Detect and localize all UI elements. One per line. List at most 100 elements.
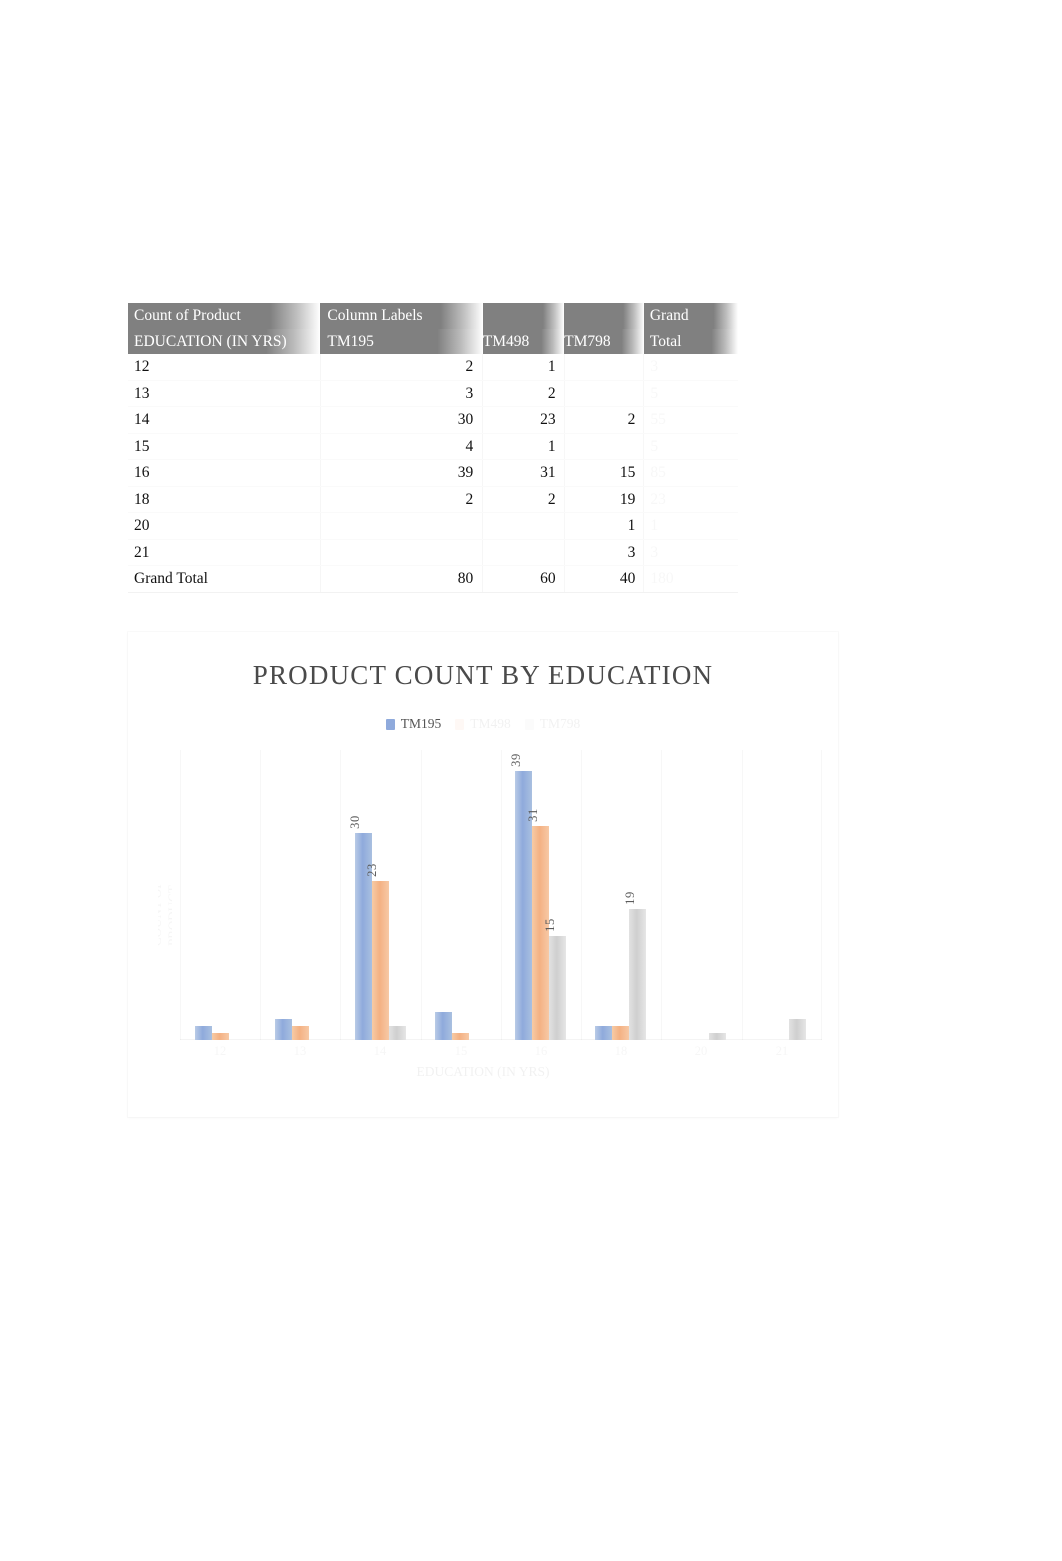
bar-rect — [789, 1019, 807, 1040]
cell-tm195: 3 — [320, 380, 484, 407]
bar-rect — [451, 1033, 469, 1040]
cell-tm498 — [482, 512, 565, 540]
cell-tm798 — [564, 354, 645, 381]
y-axis-title: COUNT OF PRODUCT — [158, 881, 172, 946]
gridline — [821, 750, 822, 1040]
legend-swatch-tm798 — [524, 718, 534, 730]
cell-tm498: 2 — [482, 380, 565, 407]
cell-tm798: 3 — [564, 539, 645, 566]
cell-education: 14 — [128, 406, 321, 434]
cell-tm498 — [482, 539, 565, 566]
legend-label-tm195: TM195 — [400, 716, 442, 731]
bar-value-label: 19 — [622, 890, 637, 905]
bar-tm798-16[interactable]: 15 — [543, 919, 567, 1040]
bar-tm798-20[interactable]: 1 — [709, 1033, 727, 1040]
bar-rect — [194, 1026, 212, 1040]
legend-label-tm498: TM498 — [470, 716, 511, 731]
cell-tm798: 19 — [564, 486, 645, 513]
table-row: 20 1 1 — [128, 512, 738, 540]
bar-rect — [211, 1033, 229, 1040]
cell-tm798 — [564, 380, 645, 407]
cell-total-tm798: 40 — [564, 565, 645, 593]
table-row: 21 3 3 — [128, 539, 738, 566]
cell-education: 13 — [128, 380, 321, 407]
table-row: 15 4 1 5 — [128, 433, 738, 460]
bar-rect — [371, 881, 389, 1040]
bar-tm195-15[interactable]: 4 — [434, 1012, 452, 1040]
bar-group-15: 410 — [420, 750, 500, 1040]
cell-tm498: 1 — [482, 433, 565, 460]
bar-tm498-18[interactable]: 2 — [612, 1026, 630, 1040]
x-tick-21: 21 — [775, 1044, 789, 1058]
pivot-corner-label: Count of Product — [128, 303, 321, 329]
bar-rect — [291, 1026, 309, 1040]
pivot-header-spacer-1 — [482, 303, 565, 329]
cell-grand-total: 3 — [643, 354, 738, 381]
table-row: 12 2 1 3 — [128, 354, 738, 381]
cell-total-grand-total: 180 — [643, 565, 738, 593]
bar-tm498-14[interactable]: 23 — [365, 863, 389, 1040]
bar-group-12: 210 — [180, 750, 260, 1040]
pivot-col-header-tm195: TM195 — [320, 328, 483, 354]
x-tick-18: 18 — [614, 1044, 628, 1058]
cell-grand-total: 5 — [643, 433, 738, 460]
cell-grand-total: 23 — [643, 486, 738, 513]
legend-entry-tm498[interactable]: TM498 — [455, 716, 511, 732]
legend-entry-tm195[interactable]: TM195 — [385, 716, 442, 732]
cell-tm195 — [320, 512, 484, 540]
pivot-grand-total-header-bottom: Total — [643, 328, 738, 354]
pivot-grand-total-header-top: Grand — [643, 303, 738, 329]
cell-tm798: 15 — [564, 459, 645, 487]
bar-tm498-16[interactable]: 31 — [526, 808, 550, 1040]
chart-card[interactable]: PRODUCT COUNT BY EDUCATION TM195 TM498 T… — [128, 632, 838, 1117]
bar-group-16: 39 31 15 — [501, 750, 581, 1040]
bar-rect — [549, 936, 567, 1040]
chart-title: PRODUCT COUNT BY EDUCATION — [252, 660, 714, 690]
bar-tm195-18[interactable]: 2 — [595, 1026, 613, 1040]
bar-tm798-14[interactable]: 2 — [388, 1026, 406, 1040]
legend-swatch-tm195 — [385, 718, 395, 730]
bar-tm195-13[interactable]: 3 — [274, 1019, 292, 1040]
bar-tm798-21[interactable]: 3 — [789, 1019, 807, 1040]
pivot-col-header-tm498: TM498 — [482, 328, 565, 354]
bar-group-20: 001 — [661, 750, 741, 1040]
legend-entry-tm798[interactable]: TM798 — [524, 716, 580, 732]
bar-rect — [709, 1033, 727, 1040]
cell-tm498: 31 — [482, 459, 565, 487]
cell-tm195: 2 — [320, 354, 484, 381]
bar-rect — [532, 825, 550, 1040]
cell-tm498: 23 — [482, 406, 565, 434]
bar-rect — [595, 1026, 613, 1040]
x-tick-13: 13 — [293, 1044, 307, 1058]
cell-grand-total-label: Grand Total — [128, 565, 321, 593]
table-row: 14 30 23 2 55 — [128, 406, 738, 434]
cell-grand-total: 1 — [643, 512, 738, 540]
pivot-header-row-2: EDUCATION (IN YRS) TM195 TM498 TM798 Tot… — [128, 328, 738, 354]
cell-tm798: 2 — [564, 406, 645, 434]
cell-tm498: 1 — [482, 354, 565, 381]
bar-tm498-13[interactable]: 2 — [291, 1026, 309, 1040]
legend-swatch-tm498 — [455, 718, 465, 730]
x-tick-14: 14 — [373, 1044, 387, 1058]
table-row-grand-total: Grand Total 80 60 40 180 — [128, 565, 738, 593]
cell-education: 18 — [128, 486, 321, 513]
pivot-header-row-1: Count of Product Column Labels Grand — [128, 303, 738, 329]
table-row: 18 2 2 19 23 — [128, 486, 738, 513]
cell-tm195: 4 — [320, 433, 484, 460]
bar-tm195-12[interactable]: 2 — [194, 1026, 212, 1040]
cell-tm195: 2 — [320, 486, 484, 513]
bar-tm498-15[interactable]: 1 — [451, 1033, 469, 1040]
pivot-header-spacer-2 — [564, 303, 644, 329]
cell-total-tm498: 60 — [482, 565, 565, 593]
bar-tm798-18[interactable]: 19 — [623, 891, 647, 1040]
bar-rect — [629, 908, 647, 1040]
cell-tm195: 30 — [320, 406, 484, 434]
bar-value-label: 39 — [508, 752, 523, 767]
x-axis-title: EDUCATION (IN YRS) — [416, 1064, 550, 1079]
chart-legend[interactable]: TM195 TM498 TM798 — [128, 716, 838, 732]
bar-rect — [274, 1019, 292, 1040]
x-tick-16: 16 — [534, 1044, 548, 1058]
cell-grand-total: 3 — [643, 539, 738, 566]
bar-tm498-12[interactable]: 1 — [211, 1033, 229, 1040]
cell-education: 16 — [128, 459, 321, 487]
